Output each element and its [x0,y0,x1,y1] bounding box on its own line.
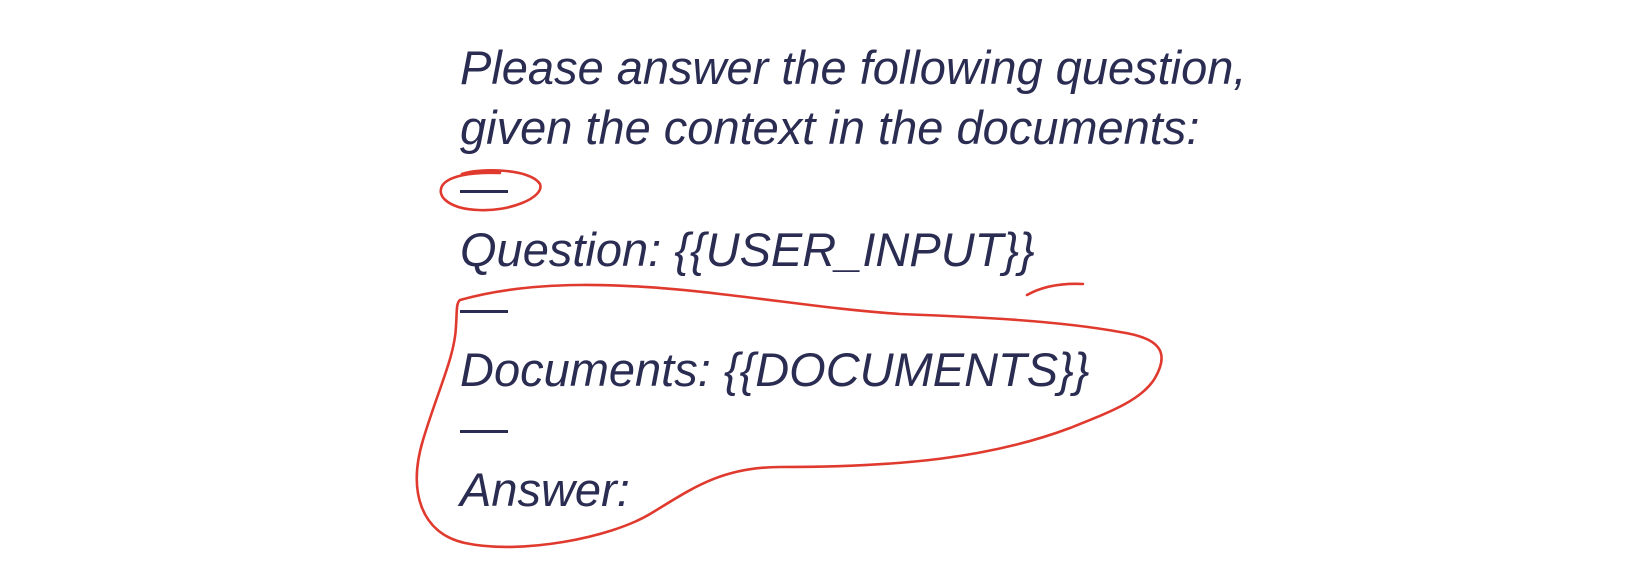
separator-dash-2 [460,310,508,313]
prompt-intro-line-2: given the context in the documents: [460,101,1200,154]
prompt-intro-line-1: Please answer the following question, [460,41,1247,94]
underline-stroke-annotation [1025,282,1085,297]
documents-line: Documents: {{DOCUMENTS}} [460,343,1090,396]
separator-dash-3 [460,430,508,433]
separator-dash-1 [460,190,508,193]
question-line: Question: {{USER_INPUT}} [460,223,1035,276]
answer-line: Answer: [460,463,630,516]
prompt-slide: Please answer the following question, gi… [0,0,1652,586]
